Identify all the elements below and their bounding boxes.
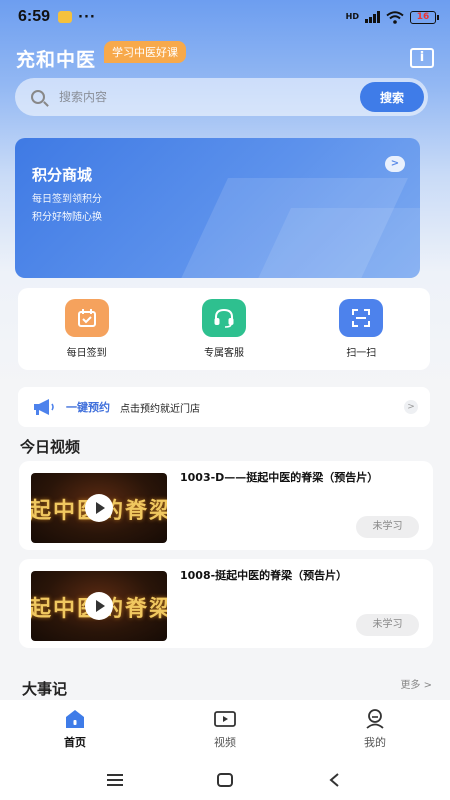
battery-icon: 16 <box>410 10 439 24</box>
video-card[interactable]: 起中医的脊梁 1008-挺起中医的脊梁（预告片） 未学习 <box>19 559 433 648</box>
home-square-icon[interactable] <box>215 772 235 788</box>
points-mall-title: 积分商城 <box>32 166 93 184</box>
menu-icon[interactable] <box>105 772 125 788</box>
appointment-title: 一键预约 <box>66 401 110 414</box>
daily-checkin-label: 每日签到 <box>66 348 107 359</box>
video-title: 1008-挺起中医的脊梁（预告片） <box>180 569 348 582</box>
more-link[interactable]: 更多 > <box>400 676 432 691</box>
study-status-badge: 未学习 <box>356 516 419 538</box>
bottom-tab-bar: 首页 视频 我的 <box>0 700 450 760</box>
appointment-desc: 点击预约就近门店 <box>120 403 200 415</box>
signal-icon <box>365 11 380 23</box>
search-input[interactable] <box>59 90 339 104</box>
wifi-icon <box>386 10 404 24</box>
tab-mine[interactable]: 我的 <box>335 708 415 750</box>
app-header: 充和中医 学习中医好课 i <box>16 41 434 74</box>
study-status-badge: 未学习 <box>356 614 419 636</box>
headset-icon <box>201 299 246 337</box>
search-button[interactable]: 搜索 <box>360 82 424 112</box>
scan-icon <box>339 299 384 337</box>
tab-home-label: 首页 <box>64 736 86 749</box>
scan-button[interactable]: 扫一扫 <box>306 299 416 359</box>
slogan-tag: 学习中医好课 <box>104 41 187 63</box>
points-mall-line-1: 每日签到领积分 <box>32 194 102 205</box>
message-notification-icon <box>58 11 73 23</box>
tab-mine-label: 我的 <box>364 736 386 749</box>
customer-service-label: 专属客服 <box>203 348 244 359</box>
network-type-label: HD <box>345 12 359 21</box>
home-icon <box>66 710 84 728</box>
video-card[interactable]: 起中医的脊梁 1003-D——挺起中医的脊梁（预告片） 未学习 <box>19 461 433 550</box>
appointment-bar[interactable]: 一键预约 点击预约就近门店 > <box>18 387 430 427</box>
calendar-check-icon <box>64 299 109 337</box>
events-title: 大事记 <box>22 680 68 698</box>
video-icon <box>214 711 236 727</box>
info-icon[interactable]: i <box>410 48 434 68</box>
today-videos-title: 今日视频 <box>20 438 81 456</box>
points-mall-banner[interactable]: 积分商城 每日签到领积分 积分好物随心换 > <box>15 138 420 278</box>
more-notifications-indicator: ··· <box>78 9 96 25</box>
video-thumbnail[interactable]: 起中医的脊梁 <box>31 473 167 543</box>
megaphone-icon <box>34 399 54 415</box>
daily-checkin-button[interactable]: 每日签到 <box>32 299 142 359</box>
quick-actions: 每日签到 专属客服 扫一扫 <box>18 288 430 370</box>
play-icon[interactable] <box>85 592 113 620</box>
chevron-right-icon[interactable]: > <box>385 156 405 172</box>
play-icon[interactable] <box>85 494 113 522</box>
customer-service-button[interactable]: 专属客服 <box>169 299 279 359</box>
video-title: 1003-D——挺起中医的脊梁（预告片） <box>180 471 379 484</box>
back-icon[interactable] <box>325 772 345 788</box>
system-navigation-bar <box>0 760 450 800</box>
tab-home[interactable]: 首页 <box>35 708 115 750</box>
status-time: 6:59 <box>18 8 51 25</box>
search-icon <box>31 90 45 104</box>
status-bar: 6:59 ··· HD 16 <box>0 0 450 34</box>
search-bar: 搜索 <box>15 78 428 116</box>
tab-video-label: 视频 <box>214 736 236 749</box>
user-icon <box>366 709 384 729</box>
points-mall-line-2: 积分好物随心换 <box>32 212 102 223</box>
video-thumbnail[interactable]: 起中医的脊梁 <box>31 571 167 641</box>
chevron-right-icon[interactable]: > <box>404 400 418 414</box>
app-title: 充和中医 <box>16 48 97 71</box>
more-label: 更多 <box>400 680 421 691</box>
scan-label: 扫一扫 <box>346 348 377 359</box>
tab-video[interactable]: 视频 <box>185 708 265 750</box>
